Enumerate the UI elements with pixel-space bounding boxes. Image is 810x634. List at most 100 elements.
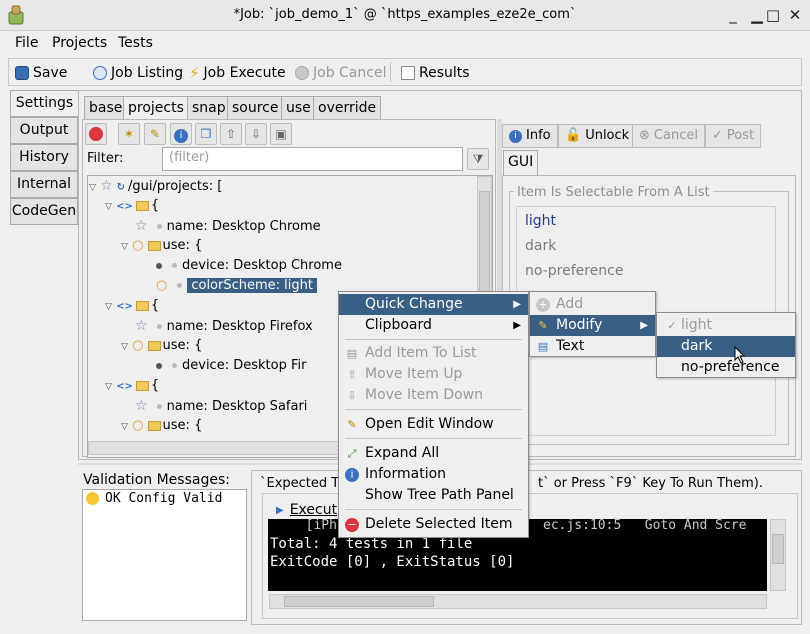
validation-list[interactable] (82, 489, 247, 621)
maximize-button[interactable]: □ (764, 6, 782, 24)
menu-open-edit-window[interactable]: ✎ Open Edit Window (339, 414, 528, 435)
main-toolbar: Save Job Listing ⚡ Job Execute Job Cance… (8, 58, 802, 86)
tab-internal[interactable]: Internal (10, 171, 78, 198)
tab-override[interactable]: override (313, 96, 382, 120)
tab-source[interactable]: source (227, 96, 284, 120)
context-menu: Quick Change ▶ Clipboard ▶ ▤ Add Item To Li… (338, 291, 529, 538)
submenu-add[interactable]: + Add (530, 294, 655, 315)
tab-codegen[interactable]: CodeGen (10, 198, 78, 225)
tab-projects[interactable]: projects (123, 96, 189, 121)
cancel-circle-icon (295, 66, 309, 80)
save-label: Save (33, 65, 68, 81)
info-icon: i (174, 129, 188, 143)
cancel-button[interactable]: ⊗ Cancel (632, 124, 705, 148)
copy-icon: ❐ (200, 127, 212, 141)
tree-row[interactable]: device: Desktop Fir (151, 356, 306, 376)
results-icon (401, 66, 415, 80)
code-icon: <> (116, 381, 133, 392)
modify-submenu: ✓ light dark no-preference (656, 312, 796, 378)
modify-dark[interactable]: dark (657, 336, 795, 357)
info-tool-button[interactable]: i (170, 123, 192, 145)
menu-expand-all[interactable]: ⤢ Expand All (339, 443, 528, 464)
tree-row[interactable]: ▽ <>{ (105, 296, 159, 316)
lightning-icon: ⚡ (189, 64, 200, 82)
job-execute-button[interactable]: ⚡ Job Execute (189, 63, 286, 83)
tree-row[interactable]: ▽ ○ use: { (121, 336, 202, 356)
tree-row[interactable]: ☆ name: Desktop Firefox (135, 316, 313, 336)
option-dark[interactable]: dark (525, 238, 556, 254)
tab-use[interactable]: use (281, 96, 316, 120)
unlock-button[interactable]: 🔓 Unlock (558, 124, 637, 148)
info-icon: i (345, 468, 359, 482)
modify-light[interactable]: ✓ light (657, 315, 795, 336)
console-vertical-scrollbar[interactable] (770, 519, 786, 591)
results-button[interactable]: Results (401, 63, 470, 83)
tab-base[interactable]: base (84, 96, 128, 120)
title-bar[interactable]: *Job: `job_demo_1` @ `https_examples_eze… (0, 0, 810, 31)
menu-quick-change[interactable]: Quick Change ▶ (339, 294, 528, 315)
menu-clipboard[interactable]: Clipboard ▶ (339, 315, 528, 336)
console-horizontal-scrollbar[interactable] (269, 594, 767, 609)
save-button[interactable]: Save (15, 63, 67, 83)
check-icon: ✓ (667, 319, 677, 332)
clear-filter-button[interactable]: ⧩ (467, 148, 489, 170)
submenu-modify[interactable]: ✎ Modify ▶ (530, 315, 655, 336)
mouse-cursor-icon (734, 345, 746, 368)
post-button[interactable]: ✓ Post (705, 124, 762, 148)
tree-row[interactable]: ▽ ○ use: { (121, 416, 202, 436)
close-button[interactable]: ✕ (786, 6, 804, 24)
filter-input[interactable]: (filter) (162, 147, 463, 171)
listing-icon (93, 66, 107, 80)
chevron-right-icon: ▶ (640, 320, 648, 331)
menu-projects[interactable]: Projects (52, 35, 107, 51)
menu-delete-selected[interactable]: − Delete Selected Item (339, 514, 528, 535)
submenu-text[interactable]: ▤ Text (530, 336, 655, 357)
menu-show-tree-path[interactable]: Show Tree Path Panel (339, 485, 528, 506)
book-icon: ▤ (537, 340, 549, 353)
tree-row[interactable]: ☆ name: Desktop Chrome (135, 216, 321, 236)
tree-row[interactable]: ▽ ☆ ↻/gui/projects: [ (89, 176, 222, 196)
triangle-right-icon: ▶ (276, 504, 284, 516)
tree-row-selected[interactable]: ○ colorScheme: light (151, 276, 317, 296)
delete-tool-button[interactable] (85, 123, 107, 145)
lookup-tool-button[interactable]: ✶ (118, 123, 140, 145)
menu-add-item[interactable]: ▤ Add Item To List (339, 343, 528, 364)
edit-tool-button[interactable]: ✎ (144, 123, 166, 145)
tab-history[interactable]: History (10, 144, 78, 171)
copy-tool-button[interactable]: ❐ (195, 123, 217, 145)
delete-icon: − (345, 518, 359, 532)
tab-output[interactable]: Output (10, 117, 78, 144)
menu-tests[interactable]: Tests (118, 35, 153, 51)
check-icon: ✓ (712, 128, 723, 143)
group-title: Item Is Selectable From A List (514, 185, 713, 200)
folder-icon (135, 300, 149, 311)
job-cancel-button[interactable]: Job Cancel (295, 63, 386, 83)
tab-settings[interactable]: Settings (10, 90, 78, 117)
info-button[interactable]: i Info (502, 124, 558, 148)
console-line: Total: 4 tests in 1 file (270, 536, 473, 552)
menu-move-up[interactable]: ⇧ Move Item Up (339, 364, 528, 385)
tab-snap[interactable]: snap (187, 96, 231, 120)
tree-row[interactable]: device: Desktop Chrome (151, 256, 342, 276)
tree-row[interactable]: ☆ name: Desktop Safari (135, 396, 307, 416)
execute-toggle[interactable]: ▶ Execut (276, 502, 337, 518)
job-listing-button[interactable]: Job Listing (93, 63, 183, 83)
panel-tool-button[interactable]: ▣ (270, 123, 292, 145)
tree-row[interactable]: ▽ ○ use: { (121, 236, 202, 256)
tree-row[interactable]: ▽ <>{ (105, 196, 159, 216)
folder-icon (135, 380, 149, 391)
code-icon: <> (116, 201, 133, 212)
move-up-tool-button[interactable]: ⇧ (220, 123, 242, 145)
arrow-up-icon: ⇧ (347, 368, 357, 381)
menu-information[interactable]: i Information (339, 464, 528, 485)
tab-gui[interactable]: GUI (503, 150, 539, 176)
menu-file[interactable]: File (15, 35, 38, 51)
minimize-button[interactable]: _ (724, 6, 742, 24)
option-light[interactable]: light (525, 213, 556, 229)
option-no-preference[interactable]: no-preference (525, 263, 624, 279)
tree-row[interactable]: ▽ <>{ (105, 376, 159, 396)
move-down-tool-button[interactable]: ⇩ (245, 123, 267, 145)
modify-no-preference[interactable]: no-preference (657, 357, 795, 378)
star-icon: ☆ (135, 218, 148, 234)
menu-move-down[interactable]: ⇩ Move Item Down (339, 385, 528, 406)
